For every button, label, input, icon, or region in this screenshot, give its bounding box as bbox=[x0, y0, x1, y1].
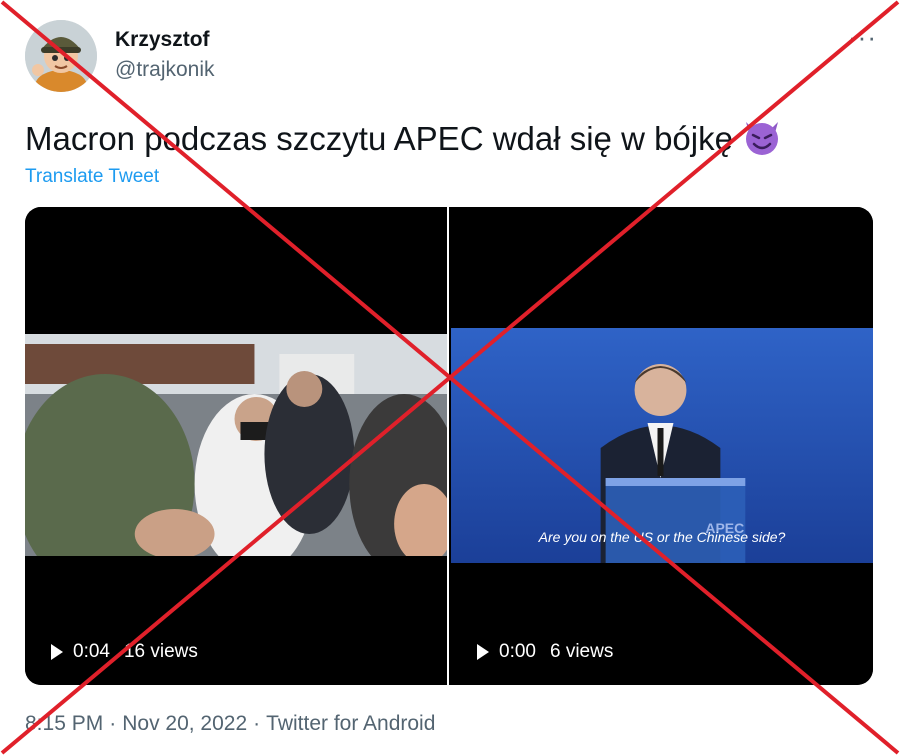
tweet-date[interactable]: Nov 20, 2022 bbox=[122, 712, 247, 735]
video-thumbnail: APEC Are you on the US or the Chinese si… bbox=[451, 328, 873, 563]
user-handle[interactable]: @trajkonik bbox=[115, 58, 215, 82]
video-subtitle: Are you on the US or the Chinese side? bbox=[538, 529, 786, 545]
video-views: 16 views bbox=[123, 641, 198, 662]
crowd-scene-thumbnail bbox=[25, 334, 447, 556]
podium-speech-thumbnail: APEC bbox=[451, 328, 873, 563]
smiling-face-with-horns-icon bbox=[745, 122, 778, 155]
tweet-source[interactable]: Twitter for Android bbox=[266, 712, 435, 735]
video-player-2[interactable]: APEC Are you on the US or the Chinese si… bbox=[451, 207, 873, 685]
more-options-icon[interactable]: ··· bbox=[848, 22, 877, 53]
cartoon-avatar-icon bbox=[25, 20, 97, 92]
tweet-time[interactable]: 8:15 PM bbox=[25, 712, 103, 735]
video-views: 6 views bbox=[549, 641, 614, 662]
tweet-metadata: 8:15 PM · Nov 20, 2022 · Twitter for Android bbox=[25, 712, 435, 736]
tweet-text: Macron podczas szczytu APEC wdał się w b… bbox=[25, 116, 783, 158]
play-icon[interactable] bbox=[477, 644, 489, 660]
media-grid: 0:04 16 views APEC Are you on the US or … bbox=[25, 207, 873, 685]
media-divider bbox=[447, 207, 449, 685]
play-icon[interactable] bbox=[51, 644, 63, 660]
display-name[interactable]: Krzysztof bbox=[115, 28, 210, 52]
avatar[interactable] bbox=[25, 20, 97, 92]
meta-separator: · bbox=[253, 712, 261, 735]
video-thumbnail bbox=[25, 334, 447, 556]
video-duration: 0:04 bbox=[73, 641, 110, 662]
video-controls: 0:00 6 views bbox=[477, 641, 613, 663]
video-controls: 0:04 16 views bbox=[51, 641, 198, 663]
translate-tweet-link[interactable]: Translate Tweet bbox=[25, 166, 159, 188]
tweet-text-content: Macron podczas szczytu APEC wdał się w b… bbox=[25, 120, 733, 157]
meta-separator: · bbox=[109, 712, 117, 735]
video-duration: 0:00 bbox=[499, 641, 536, 662]
video-player-1[interactable]: 0:04 16 views bbox=[25, 207, 447, 685]
